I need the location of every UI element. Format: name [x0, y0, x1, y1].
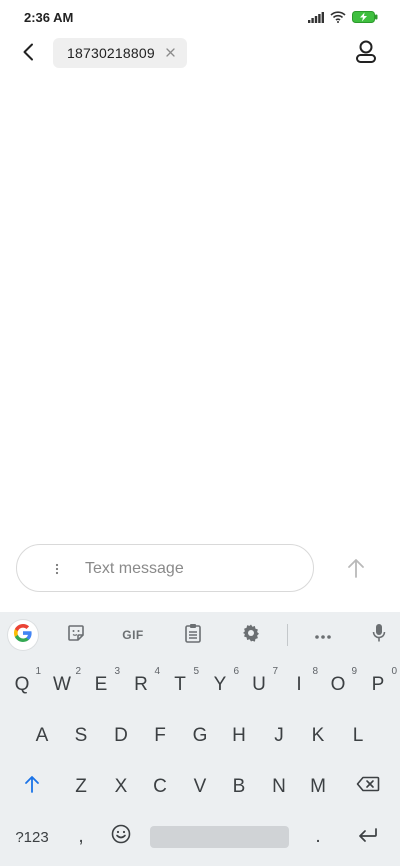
- shift-arrow-icon: [24, 775, 40, 799]
- emoji-key[interactable]: [101, 818, 141, 856]
- close-icon[interactable]: [163, 45, 177, 59]
- back-button[interactable]: [14, 40, 42, 68]
- key-t[interactable]: T5: [160, 666, 200, 704]
- key-p[interactable]: P0: [358, 666, 398, 704]
- sticker-button[interactable]: [61, 620, 91, 650]
- wifi-icon: [330, 11, 346, 23]
- sticker-icon: [66, 623, 86, 648]
- keyboard-toolbar: GIF: [0, 612, 400, 658]
- key-i[interactable]: I8: [279, 666, 319, 704]
- shift-key[interactable]: [8, 768, 56, 806]
- key-m[interactable]: M: [298, 768, 338, 806]
- enter-icon: [358, 826, 378, 848]
- key-r[interactable]: R4: [121, 666, 161, 704]
- key-o[interactable]: O9: [318, 666, 358, 704]
- message-input[interactable]: [83, 555, 297, 583]
- gif-button[interactable]: GIF: [118, 620, 148, 650]
- emoji-icon: [111, 824, 131, 850]
- status-time: 2:36 AM: [24, 10, 74, 25]
- backspace-icon: [356, 776, 380, 798]
- enter-key[interactable]: [344, 818, 392, 856]
- backspace-key[interactable]: [344, 768, 392, 806]
- comma-key[interactable]: ,: [61, 818, 101, 856]
- key-d[interactable]: D: [101, 717, 141, 755]
- status-bar: 2:36 AM: [0, 0, 400, 36]
- key-x[interactable]: X: [101, 768, 141, 806]
- more-horizontal-icon: [314, 626, 332, 644]
- key-w[interactable]: W2: [42, 666, 82, 704]
- recipient-chip[interactable]: 18730218809: [53, 38, 187, 68]
- key-q[interactable]: Q1: [2, 666, 42, 704]
- send-arrow-icon: [347, 558, 365, 583]
- space-key[interactable]: [150, 826, 289, 848]
- clipboard-icon: [184, 623, 202, 648]
- key-b[interactable]: B: [219, 768, 259, 806]
- key-u[interactable]: U7: [239, 666, 279, 704]
- contact-button[interactable]: [352, 40, 380, 68]
- key-v[interactable]: V: [180, 768, 220, 806]
- battery-charging-icon: [352, 11, 378, 23]
- more-vertical-icon[interactable]: [51, 559, 63, 579]
- more-button[interactable]: [308, 620, 338, 650]
- mic-icon: [372, 623, 386, 648]
- google-icon: [13, 623, 33, 648]
- key-a[interactable]: A: [22, 717, 62, 755]
- key-c[interactable]: C: [140, 768, 180, 806]
- key-n[interactable]: N: [259, 768, 299, 806]
- toolbar-divider: [287, 624, 288, 646]
- compose-box: [16, 544, 314, 592]
- settings-icon: [241, 623, 261, 648]
- status-icons: [308, 11, 378, 23]
- mic-button[interactable]: [364, 620, 394, 650]
- clipboard-button[interactable]: [178, 620, 208, 650]
- key-h[interactable]: H: [219, 717, 259, 755]
- send-button[interactable]: [342, 556, 370, 584]
- back-arrow-icon: [22, 43, 34, 66]
- key-z[interactable]: Z: [61, 768, 101, 806]
- key-j[interactable]: J: [259, 717, 299, 755]
- key-e[interactable]: E3: [81, 666, 121, 704]
- recipient-number: 18730218809: [67, 45, 155, 61]
- key-s[interactable]: S: [61, 717, 101, 755]
- contact-icon: [355, 40, 377, 69]
- conversation-header: 18730218809: [0, 36, 400, 76]
- settings-button[interactable]: [236, 620, 266, 650]
- key-g[interactable]: G: [180, 717, 220, 755]
- signal-icon: [308, 11, 324, 23]
- key-l[interactable]: L: [338, 717, 378, 755]
- key-y[interactable]: Y6: [200, 666, 240, 704]
- gif-icon: GIF: [122, 628, 144, 642]
- period-key[interactable]: .: [298, 818, 338, 856]
- keyboard: GIF Q 1 W 2 E 3 R 4 T 5 Y 6 U 7 I 8 O 9 …: [0, 612, 400, 866]
- symbols-key[interactable]: ?123: [8, 818, 56, 856]
- google-button[interactable]: [8, 620, 38, 650]
- key-f[interactable]: F: [140, 717, 180, 755]
- key-k[interactable]: K: [298, 717, 338, 755]
